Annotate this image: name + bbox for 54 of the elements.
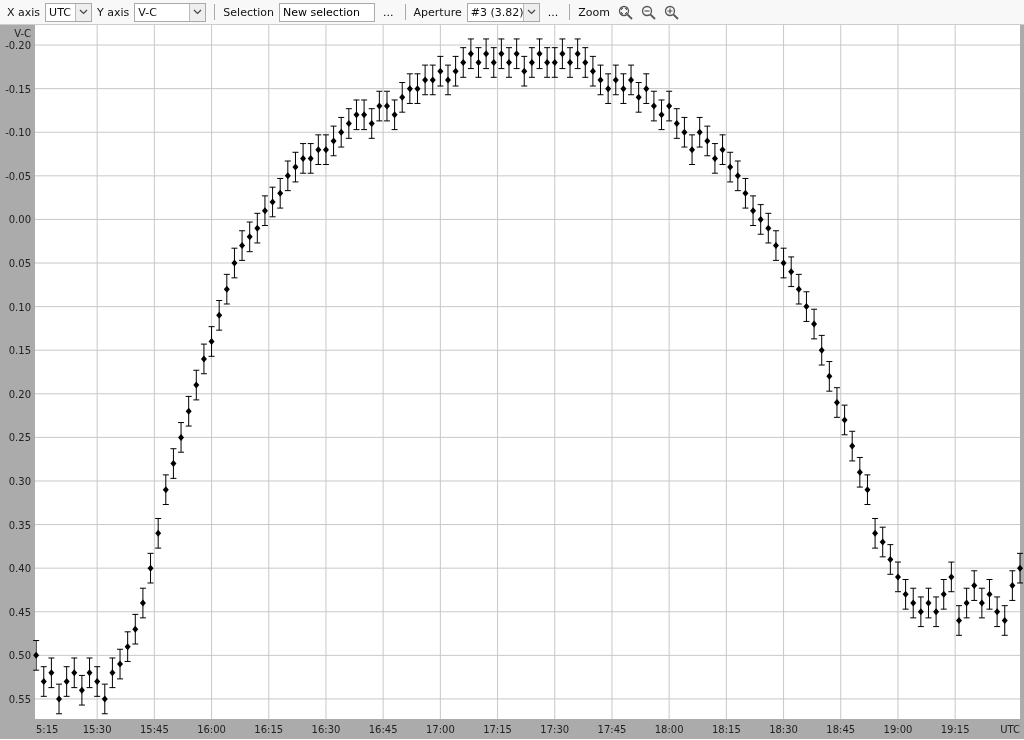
y-tick-label: 0.00 (8, 214, 31, 226)
y-tick-label: 0.50 (8, 650, 31, 662)
x-tick-label: 17:15 (483, 724, 512, 735)
selection-label: Selection (223, 5, 275, 19)
x-tick-label: 19:00 (883, 724, 913, 735)
y-tick-label: 0.10 (8, 301, 31, 313)
x-axis-label: X axis (7, 5, 41, 19)
data-point (147, 552, 155, 584)
caret-icon (523, 3, 539, 21)
x-tick-label: 5:15 (36, 724, 59, 735)
x-tick-label: 16:15 (254, 724, 284, 735)
y-tick-label: -0.10 (5, 127, 31, 139)
x-tick-label: 17:45 (597, 724, 627, 735)
zoom-fit-icon[interactable] (617, 4, 633, 20)
x-tick-label: 17:00 (425, 724, 455, 735)
x-tick-label: 15:30 (82, 724, 112, 735)
aperture-label: Aperture (413, 5, 462, 19)
y-axis-dropdown[interactable]: V-C (134, 2, 207, 22)
y-tick-label: 0.25 (8, 432, 31, 444)
zoom-out-icon[interactable] (640, 4, 656, 20)
caret-icon (189, 3, 206, 21)
x-tick-label: 18:00 (654, 724, 684, 735)
x-tick-label: 18:15 (711, 724, 741, 735)
y-tick-label: 0.45 (8, 606, 31, 618)
y-tick-label: -0.05 (5, 170, 31, 182)
x-tick-label: 16:00 (197, 724, 226, 735)
zoom-in-icon[interactable] (663, 4, 679, 20)
aperture-more-button[interactable]: ... (544, 5, 562, 19)
y-tick-label: 0.55 (8, 693, 31, 705)
aperture-dropdown[interactable]: #3 (3.82) (466, 2, 540, 22)
selection-field[interactable]: New selection (279, 2, 376, 22)
y-tick-label: 0.05 (8, 258, 31, 269)
y-tick-label: 0.40 (8, 563, 31, 575)
x-tick-label: 19:15 (940, 724, 970, 735)
caret-icon (75, 3, 92, 21)
y-tick-label: 0.15 (8, 345, 31, 357)
y-tick-label: 0.35 (8, 519, 31, 531)
x-tick-label: 15:45 (139, 724, 169, 735)
zoom-label: Zoom (578, 5, 610, 19)
x-tick-label: 16:30 (311, 724, 341, 735)
x-tick-label: 18:30 (769, 724, 798, 735)
y-axis-label: Y axis (97, 5, 130, 19)
x-axis-dropdown[interactable]: UTC (45, 2, 93, 22)
selection-more-button[interactable]: ... (380, 5, 397, 19)
x-tick-label: 18:45 (826, 724, 856, 735)
y-tick-label: -0.20 (5, 40, 31, 52)
y-axis-title: V-C (14, 28, 31, 39)
x-tick-label: 16:45 (368, 724, 398, 735)
y-tick-label: 0.30 (8, 476, 31, 487)
x-axis-title: UTC (1000, 724, 1020, 735)
y-tick-label: 0.20 (8, 388, 31, 400)
x-tick-label: 17:30 (540, 724, 570, 735)
y-tick-label: -0.15 (5, 83, 31, 95)
data-point (154, 517, 162, 549)
